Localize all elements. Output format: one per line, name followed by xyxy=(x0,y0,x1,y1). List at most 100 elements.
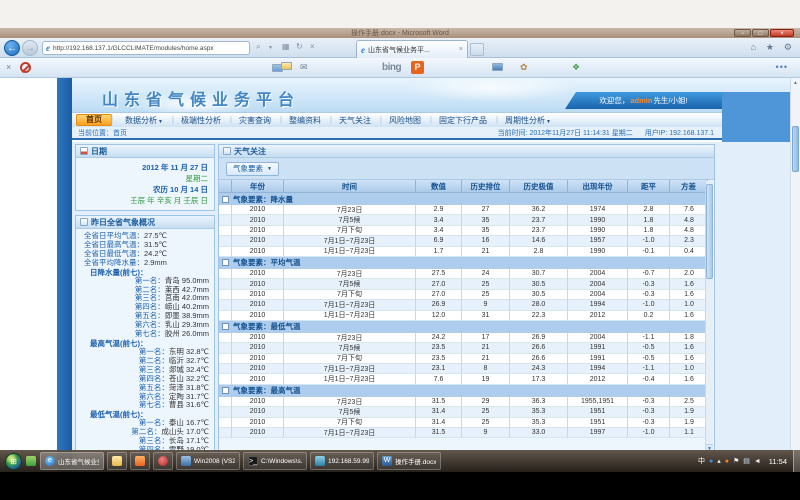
table-row[interactable]: 20107月23日31.52936.31955,1951-0.32.5 xyxy=(219,397,708,407)
word-window-titlebar: 操作手册.docx - Microsoft Word − □ × xyxy=(0,28,800,38)
scroll-up-icon[interactable]: ▲ xyxy=(791,78,800,88)
table-row[interactable]: 20101月1日~7月23日12.03122.320120.21.6 xyxy=(219,311,708,321)
bing-logo[interactable]: bing xyxy=(382,62,401,73)
welcome-banner: 欢迎您，admin 先生/小姐! xyxy=(565,92,722,109)
refresh-icon[interactable]: ↻ xyxy=(296,42,303,51)
favorites-star-icon[interactable]: ★ xyxy=(766,42,774,53)
row-gutter-cell xyxy=(219,236,232,246)
more-toolbar-icon[interactable]: ••• xyxy=(776,62,788,72)
new-tab-button[interactable] xyxy=(470,43,484,56)
action-center-flag-icon[interactable]: ⚑ xyxy=(733,457,739,465)
table-row[interactable]: 20107月下旬3.43523.719901.84.8 xyxy=(219,226,708,236)
volume-icon[interactable]: ◄ xyxy=(754,458,761,465)
table-row[interactable]: 20107月1日~7月23日6.91614.61957-1.02.3 xyxy=(219,236,708,246)
search-icon[interactable]: ⌕ xyxy=(256,42,260,52)
start-button[interactable]: ⊞ xyxy=(5,453,22,470)
summary-value: 2.9mm xyxy=(144,258,167,267)
paw-addon-icon[interactable]: ✿ xyxy=(520,62,528,73)
autocomplete-arrow-icon[interactable]: ▼ xyxy=(268,45,273,51)
p-badge-icon[interactable]: P xyxy=(411,61,424,74)
table-row[interactable]: 20107月下旬31.42535.31951-0.31.9 xyxy=(219,418,708,428)
panel-scrollbar-thumb[interactable] xyxy=(706,184,713,279)
back-button[interactable]: ← xyxy=(4,40,20,56)
minimize-button[interactable]: − xyxy=(734,29,751,37)
nav-item-9[interactable]: 周期性分析▼ xyxy=(496,115,560,126)
address-bar[interactable]: e http://192.168.137.1/GLCCLIMATE/module… xyxy=(42,41,250,55)
nav-item-2[interactable]: 数据分析▼ xyxy=(116,115,172,126)
panel-scrollbar[interactable]: ▼ xyxy=(705,181,713,453)
data-cell: 31.4 xyxy=(416,418,462,428)
forward-button[interactable]: → xyxy=(22,40,38,56)
table-row[interactable]: 20107月5候3.43523.719901.84.8 xyxy=(219,215,708,225)
show-desktop-button[interactable] xyxy=(793,450,800,472)
table-row[interactable]: 20107月下旬23.52126.61991-0.51.6 xyxy=(219,354,708,364)
table-row[interactable]: 20107月1日~7月23日31.5933.01997-1.01.1 xyxy=(219,428,708,438)
table-group-row[interactable]: 气象要素：最高气温 xyxy=(219,385,708,397)
table-row[interactable]: 20107月下旬27.02530.52004-0.31.6 xyxy=(219,290,708,300)
nav-item-6[interactable]: 天气关注 xyxy=(330,115,380,126)
browser-scrollbar-thumb[interactable] xyxy=(792,126,799,172)
card-stack-icon[interactable] xyxy=(281,62,292,70)
tools-gear-icon[interactable]: ⚙ xyxy=(784,42,792,53)
display-icon[interactable]: ▤ xyxy=(743,457,750,465)
taskbar-clock[interactable]: 11:54 xyxy=(769,457,787,466)
table-group-row[interactable]: 气象要素：降水量 xyxy=(219,193,708,205)
group-checkbox[interactable] xyxy=(222,387,229,394)
element-filter-button[interactable]: 气象要素 ▼ xyxy=(226,162,279,176)
table-row[interactable]: 20101月1日~7月23日1.7212.81990-0.10.4 xyxy=(219,247,708,257)
taskbar-button-app-orange[interactable] xyxy=(130,452,150,470)
table-row[interactable]: 20107月23日24.21726.92004-1.11.8 xyxy=(219,333,708,343)
table-row[interactable]: 20107月1日~7月23日23.1824.31994-1.11.0 xyxy=(219,364,708,374)
taskbar-button-folder[interactable] xyxy=(107,452,127,470)
messenger-icon[interactable]: ● xyxy=(709,458,713,465)
user-ip: 用户IP: 192.168.137.1 xyxy=(645,128,714,138)
nav-item-7[interactable]: 风险地图 xyxy=(380,115,430,126)
blocker-addon-icon[interactable] xyxy=(20,62,31,73)
table-row[interactable]: 20107月5候27.02530.52004-0.31.6 xyxy=(219,279,708,289)
taskbar-button-cmd[interactable]: >_C:\Windows\s... xyxy=(243,452,307,470)
station-value: 16.7℃ xyxy=(186,418,209,427)
firefox-icon[interactable]: ● xyxy=(725,458,729,465)
row-gutter-cell xyxy=(219,290,232,300)
table-group-row[interactable]: 气象要素：平均气温 xyxy=(219,257,708,269)
browser-scrollbar[interactable]: ▲ ▼ xyxy=(790,78,800,472)
station-name: 成山头 xyxy=(161,427,186,436)
taskbar-button-ie[interactable]: e山东省气候业务平... xyxy=(40,452,104,470)
nav-item-8[interactable]: 固定下行产品 xyxy=(430,115,496,126)
table-group-row[interactable]: 气象要素：最低气温 xyxy=(219,321,708,333)
close-toolbar-icon[interactable]: × xyxy=(6,62,11,72)
group-checkbox[interactable] xyxy=(222,259,229,266)
table-row[interactable]: 20107月23日2.92736.219742.87.6 xyxy=(219,205,708,215)
camera-addon-icon[interactable] xyxy=(492,63,503,71)
data-cell: 2010 xyxy=(232,300,284,310)
home-icon[interactable]: ⌂ xyxy=(751,42,756,52)
data-cell: 7月5候 xyxy=(284,279,416,289)
tab-close-icon[interactable]: × xyxy=(459,46,463,53)
weather-summary-panel: 昨日全省气象概况 全省日平均气温：27.5℃全省日最高气温：31.5℃全省日最低… xyxy=(75,215,215,470)
taskbar-button-vm[interactable]: Win2008 (VS2... xyxy=(176,452,240,470)
table-row[interactable]: 20107月5候23.52126.61991-0.51.6 xyxy=(219,343,708,353)
language-indicator[interactable]: 中 xyxy=(698,456,705,466)
compatibility-view-icon[interactable]: ▦ xyxy=(282,42,290,51)
group-checkbox[interactable] xyxy=(222,196,229,203)
puzzle-addon-icon[interactable]: ❖ xyxy=(572,62,580,73)
mail-envelope-icon[interactable]: ✉ xyxy=(300,62,308,73)
nav-item-3[interactable]: 极端性分析 xyxy=(172,115,230,126)
nav-item-5[interactable]: 整编资料 xyxy=(280,115,330,126)
table-row[interactable]: 20107月5候31.42535.31951-0.31.9 xyxy=(219,407,708,417)
taskbar-button-rdp[interactable]: 192.168.59.99... xyxy=(310,452,374,470)
taskbar-button-word[interactable]: W操作手册.docx ... xyxy=(377,452,441,470)
group-checkbox[interactable] xyxy=(222,323,229,330)
table-row[interactable]: 20107月23日27.52430.72004-0.72.0 xyxy=(219,269,708,279)
nav-item-4[interactable]: 灾害查询 xyxy=(230,115,280,126)
maximize-button[interactable]: □ xyxy=(752,29,769,37)
table-row[interactable]: 20107月1日~7月23日26.9928.01994-1.01.0 xyxy=(219,300,708,310)
stop-icon[interactable]: × xyxy=(310,42,315,51)
taskbar-button-media-player[interactable] xyxy=(153,452,173,470)
close-button[interactable]: × xyxy=(770,29,794,37)
pinned-app-icon[interactable] xyxy=(26,456,36,466)
nav-item-1[interactable]: 首页 xyxy=(76,114,112,126)
browser-tab[interactable]: e 山东省气候业务平... × xyxy=(356,40,468,58)
table-row[interactable]: 20101月1日~7月23日7.61917.32012-0.41.6 xyxy=(219,374,708,384)
update-icon[interactable]: ▴ xyxy=(717,457,721,465)
